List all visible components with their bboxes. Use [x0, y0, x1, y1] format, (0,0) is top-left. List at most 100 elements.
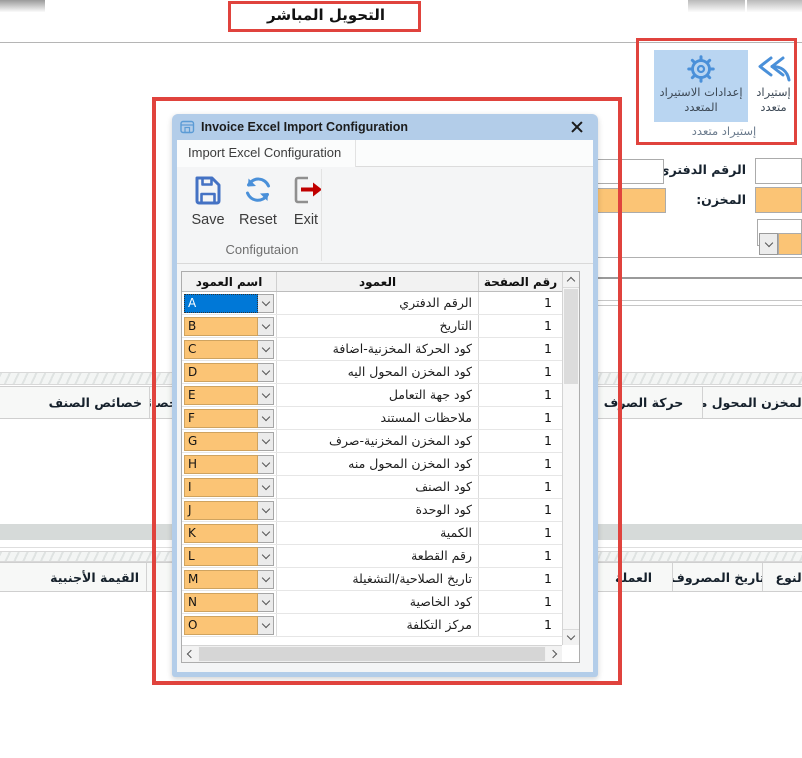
combo-dropdown-button[interactable] — [258, 616, 274, 635]
scroll-up-button[interactable] — [563, 272, 579, 288]
combo-dropdown-button[interactable] — [258, 593, 274, 612]
combo-dropdown-button[interactable] — [258, 570, 274, 589]
column-letter-combo[interactable]: E — [182, 384, 277, 406]
page-number-cell[interactable]: 1 — [479, 315, 562, 337]
combo-dropdown-button[interactable] — [258, 409, 274, 428]
combo-field[interactable]: E — [184, 386, 258, 405]
column-header-type[interactable]: النوع — [763, 563, 802, 591]
tab-import-excel-configuration[interactable]: Import Excel Configuration — [177, 140, 356, 167]
column-letter-combo[interactable]: O — [182, 614, 277, 636]
page-number-cell[interactable]: 1 — [479, 476, 562, 498]
scroll-left-button[interactable] — [182, 646, 198, 662]
text-input[interactable] — [755, 158, 802, 184]
scrollbar-thumb[interactable] — [199, 647, 545, 661]
column-letter-combo[interactable]: A — [182, 292, 277, 314]
tab-strip-segment[interactable] — [0, 0, 45, 12]
page-number-cell[interactable]: 1 — [479, 292, 562, 314]
column-name-cell[interactable]: تاريخ الصلاحية/التشغيلة — [277, 568, 479, 590]
page-number-cell[interactable]: 1 — [479, 522, 562, 544]
combo-field[interactable]: J — [184, 501, 258, 520]
combo-field[interactable]: D — [184, 363, 258, 382]
column-letter-combo[interactable]: B — [182, 315, 277, 337]
column-letter-combo[interactable]: F — [182, 407, 277, 429]
page-number-cell[interactable]: 1 — [479, 361, 562, 383]
tab-strip-segment[interactable] — [747, 0, 802, 12]
combo-dropdown-button[interactable] — [258, 386, 274, 405]
combo-field[interactable]: N — [184, 593, 258, 612]
scrollbar-thumb[interactable] — [564, 289, 578, 384]
column-name-cell[interactable]: كود المخزن المخزنية-صرف — [277, 430, 479, 452]
scroll-right-button[interactable] — [546, 646, 562, 662]
combo-field[interactable]: B — [184, 317, 258, 336]
import-settings-button[interactable]: إعدادات الاستيراد المتعدد — [654, 50, 748, 122]
column-name-cell[interactable]: مركز التكلفة — [277, 614, 479, 636]
header-column[interactable]: العمود — [277, 272, 479, 291]
page-number-cell[interactable]: 1 — [479, 614, 562, 636]
column-name-cell[interactable]: كود المخزن المحول اليه — [277, 361, 479, 383]
column-header-transfer-store-from[interactable]: المخزن المحول منه — [703, 387, 802, 418]
combo-field[interactable] — [778, 233, 802, 255]
header-column-name[interactable]: اسم العمود — [182, 272, 277, 291]
combo-dropdown-button[interactable] — [258, 432, 274, 451]
column-letter-combo[interactable]: M — [182, 568, 277, 590]
page-number-cell[interactable]: 1 — [479, 430, 562, 452]
horizontal-scrollbar[interactable] — [182, 645, 562, 662]
store-input[interactable] — [597, 188, 666, 213]
book-number-input[interactable] — [597, 159, 664, 184]
multi-import-button[interactable]: إستيراد متعدد — [748, 50, 799, 122]
page-number-cell[interactable]: 1 — [479, 453, 562, 475]
combo-dropdown-button[interactable] — [258, 340, 274, 359]
column-header-issue-movement[interactable]: حركة الصرف — [585, 387, 703, 418]
combo-field[interactable]: F — [184, 409, 258, 428]
dialog-titlebar[interactable]: Invoice Excel Import Configuration — [177, 114, 593, 140]
combo-field[interactable]: I — [184, 478, 258, 497]
combo-dropdown-button[interactable] — [258, 455, 274, 474]
column-name-cell[interactable]: كود الحركة المخزنية-اضافة — [277, 338, 479, 360]
combo-field[interactable]: G — [184, 432, 258, 451]
column-name-cell[interactable]: كود جهة التعامل — [277, 384, 479, 406]
column-name-cell[interactable]: كود الوحدة — [277, 499, 479, 521]
column-letter-combo[interactable]: J — [182, 499, 277, 521]
combo-dropdown-button[interactable] — [258, 317, 274, 336]
page-number-cell[interactable]: 1 — [479, 499, 562, 521]
combo-field[interactable]: K — [184, 524, 258, 543]
combo-dropdown-button[interactable] — [258, 294, 274, 313]
combo-dropdown-button[interactable] — [759, 233, 778, 255]
column-letter-combo[interactable]: C — [182, 338, 277, 360]
combo-dropdown-button[interactable] — [258, 547, 274, 566]
page-number-cell[interactable]: 1 — [479, 384, 562, 406]
column-letter-combo[interactable]: L — [182, 545, 277, 567]
close-icon[interactable] — [569, 119, 585, 135]
page-number-cell[interactable]: 1 — [479, 591, 562, 613]
combo-field[interactable]: H — [184, 455, 258, 474]
column-header-foreign-value[interactable]: القيمة الأجنبية — [0, 563, 147, 591]
text-input[interactable] — [755, 187, 802, 213]
column-name-cell[interactable]: الرقم الدفتري — [277, 292, 479, 314]
column-letter-combo[interactable]: D — [182, 361, 277, 383]
column-name-cell[interactable]: ملاحظات المستند — [277, 407, 479, 429]
combo-field[interactable]: M — [184, 570, 258, 589]
combo-field[interactable]: A — [184, 294, 258, 313]
column-name-cell[interactable]: كود المخزن المحول منه — [277, 453, 479, 475]
combo-dropdown-button[interactable] — [258, 501, 274, 520]
column-name-cell[interactable]: رقم القطعة — [277, 545, 479, 567]
column-header-item-properties[interactable]: خصائص الصنف — [0, 387, 150, 418]
column-name-cell[interactable]: التاريخ — [277, 315, 479, 337]
column-letter-combo[interactable]: I — [182, 476, 277, 498]
page-number-cell[interactable]: 1 — [479, 568, 562, 590]
column-letter-combo[interactable]: N — [182, 591, 277, 613]
column-header-currency[interactable]: العملة — [595, 563, 673, 591]
combo-field[interactable]: C — [184, 340, 258, 359]
header-page-number[interactable]: رقم الصفحة — [479, 272, 562, 291]
scroll-down-button[interactable] — [563, 629, 579, 645]
column-letter-combo[interactable]: H — [182, 453, 277, 475]
column-name-cell[interactable]: كود الخاصية — [277, 591, 479, 613]
combo-dropdown-button[interactable] — [258, 478, 274, 497]
column-name-cell[interactable]: الكمية — [277, 522, 479, 544]
column-header-expense-date[interactable]: تاريخ المصروف — [673, 563, 763, 591]
combo-field[interactable]: O — [184, 616, 258, 635]
combo-dropdown-button[interactable] — [258, 524, 274, 543]
reset-button[interactable]: Reset — [234, 174, 282, 228]
column-letter-combo[interactable]: G — [182, 430, 277, 452]
page-number-cell[interactable]: 1 — [479, 407, 562, 429]
